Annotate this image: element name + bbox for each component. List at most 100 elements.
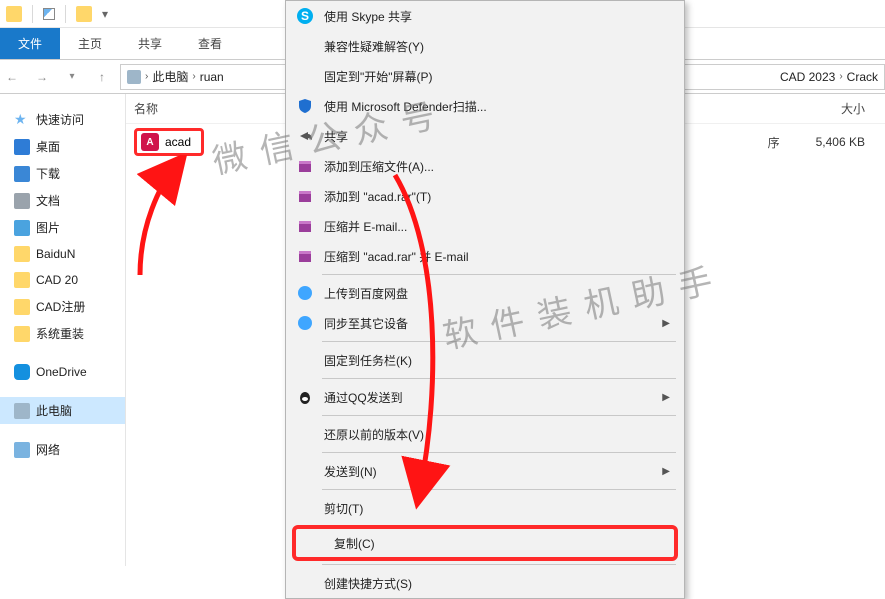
- pc-icon: [14, 403, 30, 419]
- ctx-compress-email[interactable]: 压缩并 E-mail...: [286, 211, 684, 241]
- folder-icon: [14, 272, 30, 288]
- nav-up[interactable]: ↑: [90, 65, 114, 89]
- sidebar-item-label: 桌面: [36, 138, 60, 155]
- file-name: acad: [165, 135, 191, 149]
- tab-share[interactable]: 共享: [120, 28, 180, 59]
- menu-separator: [322, 452, 676, 453]
- ctx-qq-send[interactable]: 通过QQ发送到▶: [286, 382, 684, 412]
- ctx-create-shortcut[interactable]: 创建快捷方式(S): [286, 568, 684, 598]
- sidebar: ★快速访问 桌面 下载 文档 图片 BaiduN CAD 20 CAD注册 系统…: [0, 94, 126, 566]
- qat-overflow[interactable]: ▾: [102, 7, 108, 21]
- ctx-pin-start[interactable]: 固定到"开始"屏幕(P): [286, 61, 684, 91]
- ctx-label: 固定到"开始"屏幕(P): [324, 68, 433, 85]
- chevron-right-icon: ▶: [662, 466, 670, 477]
- ctx-label: 共享: [324, 128, 348, 145]
- breadcrumb-seg[interactable]: CAD 2023 ›: [780, 70, 843, 84]
- col-size-header[interactable]: 大小: [777, 100, 877, 117]
- ctx-label: 固定到任务栏(K): [324, 352, 412, 369]
- chevron-right-icon: ▶: [662, 392, 670, 403]
- sidebar-item-label: 系统重装: [36, 325, 84, 342]
- ctx-label: 发送到(N): [324, 463, 377, 480]
- ctx-skype-share[interactable]: S使用 Skype 共享: [286, 1, 684, 31]
- ctx-send-to[interactable]: 发送到(N) ▶: [286, 456, 684, 486]
- ctx-label: 上传到百度网盘: [324, 285, 408, 302]
- sidebar-network[interactable]: 网络: [0, 436, 125, 463]
- annotation-highlight: 复制(C): [292, 525, 678, 561]
- qat-checkbox[interactable]: [43, 8, 55, 20]
- nav-recent[interactable]: ▾: [60, 65, 84, 89]
- svg-text:S: S: [301, 9, 309, 23]
- ctx-baidu-sync[interactable]: 同步至其它设备▶: [286, 308, 684, 338]
- sidebar-item-label: 网络: [36, 441, 60, 458]
- baidu-icon: [296, 314, 314, 332]
- sidebar-quick-access[interactable]: ★快速访问: [0, 106, 125, 133]
- folder-icon: [76, 6, 92, 22]
- sidebar-item-documents[interactable]: 文档: [0, 187, 125, 214]
- ctx-share[interactable]: 共享: [286, 121, 684, 151]
- sidebar-item-label: 文档: [36, 192, 60, 209]
- sidebar-item-cad20[interactable]: CAD 20: [0, 267, 125, 293]
- pc-icon: [127, 70, 141, 84]
- ctx-cut[interactable]: 剪切(T): [286, 493, 684, 523]
- ctx-label: 兼容性疑难解答(Y): [324, 38, 424, 55]
- ctx-restore-previous[interactable]: 还原以前的版本(V): [286, 419, 684, 449]
- tab-file[interactable]: 文件: [0, 28, 60, 59]
- menu-separator: [322, 564, 676, 565]
- nav-forward[interactable]: →: [30, 65, 54, 89]
- ctx-label: 同步至其它设备: [324, 315, 408, 332]
- annotation-highlight: A acad: [134, 128, 204, 156]
- ctx-compress-rar-email[interactable]: 压缩到 "acad.rar" 并 E-mail: [286, 241, 684, 271]
- ctx-label: 还原以前的版本(V): [324, 426, 424, 443]
- menu-separator: [322, 378, 676, 379]
- onedrive-icon: [14, 364, 30, 380]
- ctx-add-archive[interactable]: 添加到压缩文件(A)...: [286, 151, 684, 181]
- separator: [65, 5, 66, 23]
- skype-icon: S: [296, 7, 314, 25]
- nav-back[interactable]: ←: [0, 65, 24, 89]
- context-menu: S使用 Skype 共享 兼容性疑难解答(Y) 固定到"开始"屏幕(P) 使用 …: [285, 0, 685, 599]
- folder-icon: [14, 299, 30, 315]
- sidebar-item-label: 图片: [36, 219, 60, 236]
- tab-home[interactable]: 主页: [60, 28, 120, 59]
- sidebar-onedrive[interactable]: OneDrive: [0, 359, 125, 385]
- rar-icon: [296, 217, 314, 235]
- sidebar-item-cadreg[interactable]: CAD注册: [0, 293, 125, 320]
- sidebar-item-label: 此电脑: [36, 402, 72, 419]
- sidebar-item-baidu[interactable]: BaiduN: [0, 241, 125, 267]
- folder-icon: [14, 246, 30, 262]
- ctx-copy[interactable]: 复制(C): [296, 529, 674, 557]
- sidebar-item-pictures[interactable]: 图片: [0, 214, 125, 241]
- chevron-right-icon: ›: [145, 71, 148, 82]
- sidebar-item-desktop[interactable]: 桌面: [0, 133, 125, 160]
- baidu-icon: [296, 284, 314, 302]
- shield-icon: [296, 97, 314, 115]
- qq-icon: [296, 388, 314, 406]
- ctx-label: 压缩并 E-mail...: [324, 218, 407, 235]
- file-type: 序: [768, 134, 808, 151]
- ctx-label: 添加到压缩文件(A)...: [324, 158, 434, 175]
- documents-icon: [14, 193, 30, 209]
- sidebar-item-label: 快速访问: [36, 111, 84, 128]
- ctx-label: 复制(C): [334, 535, 375, 552]
- sidebar-item-label: BaiduN: [36, 247, 75, 261]
- folder-icon: [14, 326, 30, 342]
- ctx-label: 添加到 "acad.rar"(T): [324, 188, 431, 205]
- ctx-defender-scan[interactable]: 使用 Microsoft Defender扫描...: [286, 91, 684, 121]
- breadcrumb-seg[interactable]: Crack: [847, 70, 878, 84]
- ctx-pin-taskbar[interactable]: 固定到任务栏(K): [286, 345, 684, 375]
- sidebar-item-label: CAD注册: [36, 298, 85, 315]
- ctx-baidu-upload[interactable]: 上传到百度网盘: [286, 278, 684, 308]
- sidebar-item-downloads[interactable]: 下载: [0, 160, 125, 187]
- sidebar-item-sysrest[interactable]: 系统重装: [0, 320, 125, 347]
- sidebar-thispc[interactable]: 此电脑: [0, 397, 125, 424]
- ctx-compat-troubleshoot[interactable]: 兼容性疑难解答(Y): [286, 31, 684, 61]
- sidebar-item-label: CAD 20: [36, 273, 78, 287]
- breadcrumb-seg[interactable]: 此电脑 ›: [152, 68, 195, 85]
- share-icon: [296, 127, 314, 145]
- tab-view[interactable]: 查看: [180, 28, 240, 59]
- folder-icon: [6, 6, 22, 22]
- ctx-add-acad-rar[interactable]: 添加到 "acad.rar"(T): [286, 181, 684, 211]
- breadcrumb-seg[interactable]: ruan: [200, 70, 224, 84]
- network-icon: [14, 442, 30, 458]
- ctx-label: 压缩到 "acad.rar" 并 E-mail: [324, 248, 469, 265]
